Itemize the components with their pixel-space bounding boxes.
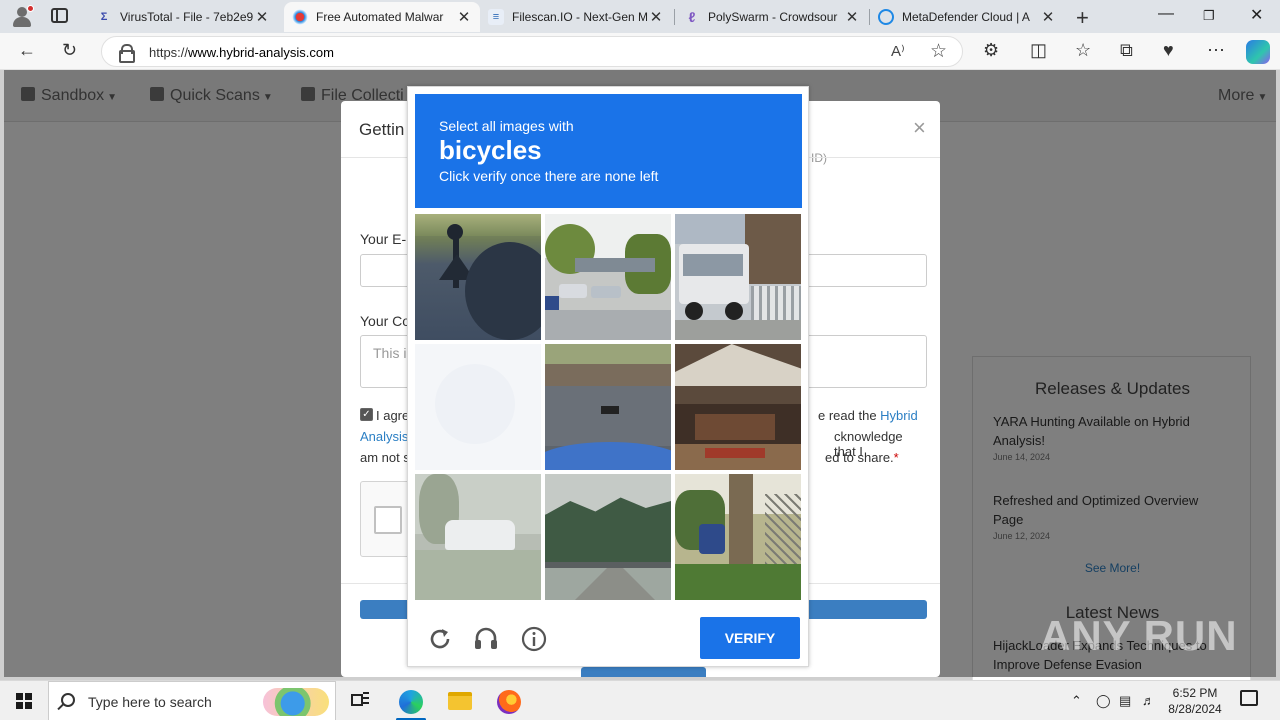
captcha-target-word: bicycles bbox=[439, 135, 542, 165]
virustotal-icon: Σ bbox=[100, 11, 108, 23]
network-icon[interactable]: ▤ bbox=[1119, 693, 1131, 709]
tab-polyswarm[interactable]: ℓ PolySwarm - Crowdsour ✕ bbox=[676, 2, 868, 32]
search-highlight-icon bbox=[263, 688, 329, 716]
browser-toolbar: ← ↻ https://www.hybrid-analysis.com A⁾ ☆… bbox=[0, 33, 1280, 70]
notifications-icon[interactable] bbox=[1240, 690, 1258, 706]
captcha-tile-7[interactable] bbox=[415, 474, 541, 600]
verify-button[interactable]: VERIFY bbox=[700, 617, 800, 659]
task-view-icon[interactable] bbox=[349, 690, 371, 712]
firefox-icon[interactable] bbox=[497, 690, 521, 714]
captcha-tile-8[interactable] bbox=[545, 474, 671, 600]
minimize-icon[interactable]: — bbox=[1158, 5, 1174, 23]
settings-more-icon[interactable]: ⋯ bbox=[1207, 40, 1225, 61]
captcha-prompt-line1: Select all images with bbox=[439, 118, 574, 134]
secondary-button[interactable] bbox=[581, 667, 706, 677]
taskbar-search-placeholder: Type here to search bbox=[88, 694, 212, 710]
lock-icon[interactable] bbox=[119, 44, 135, 63]
tab-metadefender[interactable]: MetaDefender Cloud | A ✕ bbox=[870, 2, 1064, 32]
close-tab-icon[interactable]: ✕ bbox=[456, 8, 472, 26]
close-tab-icon[interactable]: ✕ bbox=[254, 8, 270, 26]
captcha-tile-3[interactable] bbox=[675, 214, 801, 340]
show-hidden-icons-icon[interactable]: ⌃ bbox=[1071, 693, 1082, 709]
address-bar[interactable]: https://www.hybrid-analysis.com A⁾ ☆ bbox=[101, 36, 963, 67]
meet-now-icon[interactable]: ◯ bbox=[1096, 693, 1111, 709]
favorites-icon[interactable]: ☆ bbox=[1075, 40, 1091, 61]
windows-taskbar: Type here to search ⌃ ◯ ▤ ♬ 6:52 PM 8/28… bbox=[0, 680, 1280, 720]
url-text[interactable]: https://www.hybrid-analysis.com bbox=[149, 45, 334, 60]
tab-virustotal[interactable]: Σ VirusTotal - File - 7eb2e9 ✕ bbox=[88, 2, 278, 32]
captcha-prompt: Select all images with bicycles Click ve… bbox=[415, 94, 802, 208]
close-tab-icon[interactable]: ✕ bbox=[1040, 8, 1056, 26]
filescan-icon: ≡ bbox=[488, 9, 504, 25]
dialog-title: Gettin bbox=[359, 120, 405, 139]
profile-avatar-icon[interactable] bbox=[11, 5, 34, 27]
hybrid-analysis-icon bbox=[292, 9, 308, 25]
recaptcha-checkbox[interactable] bbox=[374, 506, 402, 534]
polyswarm-icon: ℓ bbox=[688, 9, 696, 25]
split-screen-icon[interactable]: ◫ bbox=[1030, 40, 1047, 61]
browser-tab-strip: Σ VirusTotal - File - 7eb2e9 ✕ Free Auto… bbox=[0, 0, 1280, 33]
tab-actions-icon[interactable] bbox=[51, 8, 68, 23]
close-icon[interactable]: × bbox=[913, 115, 926, 141]
restore-icon[interactable]: ❐ bbox=[1203, 8, 1215, 24]
page-content: Sandbox▼ Quick Scans▼ File Collecti More… bbox=[4, 70, 1276, 686]
file-explorer-icon[interactable] bbox=[448, 692, 472, 710]
captcha-tile-5[interactable] bbox=[545, 344, 671, 470]
captcha-tile-6[interactable] bbox=[675, 344, 801, 470]
collections-icon[interactable]: ⧉ bbox=[1120, 40, 1133, 61]
back-icon[interactable]: ← bbox=[18, 40, 36, 61]
new-tab-icon[interactable]: + bbox=[1076, 5, 1089, 31]
tab-hybrid-analysis[interactable]: Free Automated Malwar ✕ bbox=[284, 2, 480, 32]
captcha-tile-9[interactable] bbox=[675, 474, 801, 600]
close-tab-icon[interactable]: ✕ bbox=[648, 8, 664, 26]
audio-challenge-icon[interactable] bbox=[472, 625, 500, 653]
extensions-icon[interactable]: ⚙ bbox=[983, 40, 999, 61]
hybrid-analysis-link[interactable]: Hybrid bbox=[880, 408, 918, 423]
tab-filescan[interactable]: ≡ Filescan.IO - Next-Gen M ✕ bbox=[480, 2, 672, 32]
search-icon bbox=[61, 693, 75, 707]
captcha-instruction: Click verify once there are none left bbox=[439, 168, 659, 184]
anyrun-watermark: ANY RUN bbox=[1040, 612, 1238, 659]
favorite-star-icon[interactable]: ☆ bbox=[930, 40, 947, 63]
captcha-tile-1[interactable] bbox=[415, 214, 541, 340]
close-tab-icon[interactable]: ✕ bbox=[844, 8, 860, 26]
taskbar-search[interactable]: Type here to search bbox=[48, 681, 336, 720]
close-window-icon[interactable]: ✕ bbox=[1250, 5, 1263, 25]
captcha-challenge: Select all images with bicycles Click ve… bbox=[407, 86, 809, 667]
browser-essentials-icon[interactable]: ♥ bbox=[1163, 40, 1174, 61]
captcha-tile-4[interactable] bbox=[415, 344, 541, 470]
refresh-challenge-icon[interactable] bbox=[426, 625, 454, 653]
metadefender-icon bbox=[878, 9, 894, 25]
info-icon[interactable] bbox=[520, 625, 548, 653]
refresh-icon[interactable]: ↻ bbox=[62, 40, 77, 61]
copilot-icon[interactable] bbox=[1246, 40, 1270, 64]
windows-start-icon[interactable] bbox=[16, 693, 32, 709]
hybrid-analysis-link[interactable]: Analysis bbox=[360, 429, 408, 444]
edge-browser-icon[interactable] bbox=[399, 690, 423, 714]
comment-label: Your Co bbox=[360, 313, 411, 329]
volume-icon[interactable]: ♬ bbox=[1142, 693, 1155, 708]
dialog-subtitle-fragment: ID) bbox=[811, 151, 827, 165]
captcha-tile-2[interactable] bbox=[545, 214, 671, 340]
taskbar-clock[interactable]: 6:52 PM 8/28/2024 bbox=[1160, 685, 1230, 717]
read-aloud-icon[interactable]: A⁾ bbox=[891, 42, 905, 60]
